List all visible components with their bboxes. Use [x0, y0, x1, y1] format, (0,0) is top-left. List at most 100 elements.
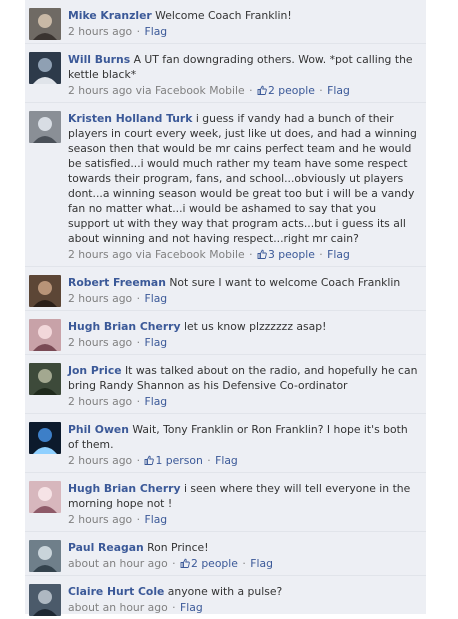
comment-meta: 2 hours ago · Flag — [68, 291, 420, 306]
avatar[interactable] — [29, 52, 61, 84]
flag-link[interactable]: Flag — [180, 601, 203, 614]
meta-separator: · — [136, 395, 141, 408]
comment-meta: about an hour ago · Flag — [68, 600, 420, 615]
comment-author-link[interactable]: Paul Reagan — [68, 541, 144, 554]
comment-meta: 2 hours ago · Flag — [68, 24, 420, 39]
comment-meta: 2 hours ago · Flag — [68, 512, 420, 527]
meta-separator: · — [319, 84, 323, 97]
meta-separator: · — [136, 454, 141, 467]
meta-separator: · — [249, 84, 253, 97]
likes-count: 1 person — [155, 454, 203, 467]
comment-timestamp: 2 hours ago — [68, 25, 133, 38]
comment-author-link[interactable]: Jon Price — [68, 364, 122, 377]
comment-meta: 2 hours ago · Flag — [68, 394, 420, 409]
likes-link[interactable]: 3 people — [257, 248, 315, 261]
comment-meta: 2 hours ago · 1 person · Flag — [68, 453, 420, 468]
avatar[interactable] — [29, 111, 61, 143]
meta-separator: · — [136, 25, 141, 38]
flag-link[interactable]: Flag — [250, 557, 273, 570]
comment-text: i guess if vandy had a bunch of their pl… — [68, 112, 417, 245]
avatar[interactable] — [29, 540, 61, 572]
meta-separator: · — [249, 248, 253, 261]
comment-item: Hugh Brian Cherry i seen where they will… — [25, 473, 426, 532]
avatar[interactable] — [29, 363, 61, 395]
flag-link[interactable]: Flag — [144, 513, 167, 526]
thumbs-up-icon — [257, 249, 267, 259]
meta-separator: · — [136, 292, 141, 305]
comment-timestamp: 2 hours ago — [68, 513, 133, 526]
avatar[interactable] — [29, 8, 61, 40]
meta-separator: · — [136, 513, 141, 526]
avatar[interactable] — [29, 584, 61, 616]
comment-author-link[interactable]: Claire Hurt Cole — [68, 585, 164, 598]
comment-via: via Facebook Mobile — [135, 248, 245, 261]
comment-meta: 2 hours ago via Facebook Mobile · 2 peop… — [68, 83, 420, 98]
profile-photo-icon — [29, 52, 61, 84]
thumbs-up-icon — [144, 455, 155, 465]
flag-link[interactable]: Flag — [144, 292, 167, 305]
profile-photo-icon — [29, 8, 61, 40]
comment-timestamp: 2 hours ago — [68, 454, 133, 467]
comment-author-link[interactable]: Hugh Brian Cherry — [68, 320, 181, 333]
avatar[interactable] — [29, 481, 61, 513]
meta-separator: · — [319, 248, 323, 261]
comment-timestamp: 2 hours ago — [68, 292, 133, 305]
comment-item: Paul Reagan Ron Prince! about an hour ag… — [25, 532, 426, 576]
flag-link[interactable]: Flag — [215, 454, 238, 467]
flag-link[interactable]: Flag — [327, 84, 350, 97]
comment-author-link[interactable]: Kristen Holland Turk — [68, 112, 192, 125]
profile-photo-icon — [29, 363, 61, 395]
comment-meta: 2 hours ago via Facebook Mobile · 3 peop… — [68, 247, 420, 262]
comment-item: Hugh Brian Cherry let us know plzzzzzz a… — [25, 311, 426, 355]
comment-item: Kristen Holland Turk i guess if vandy ha… — [25, 103, 426, 267]
likes-link[interactable]: 1 person — [144, 454, 203, 467]
profile-photo-icon — [29, 584, 61, 616]
meta-separator: · — [172, 601, 176, 614]
profile-photo-icon — [29, 481, 61, 513]
comment-item: Mike Kranzler Welcome Coach Franklin! 2 … — [25, 0, 426, 44]
comment-text: Welcome Coach Franklin! — [155, 9, 292, 22]
flag-link[interactable]: Flag — [327, 248, 350, 261]
comment-author-link[interactable]: Will Burns — [68, 53, 130, 66]
comment-feed: Mike Kranzler Welcome Coach Franklin! 2 … — [25, 0, 426, 616]
likes-count: 2 people — [191, 557, 238, 570]
meta-separator: · — [207, 454, 211, 467]
profile-photo-icon — [29, 540, 61, 572]
likes-count: 3 people — [267, 248, 315, 261]
comment-author-link[interactable]: Hugh Brian Cherry — [68, 482, 181, 495]
comment-via: via Facebook Mobile — [135, 84, 245, 97]
likes-link[interactable]: 2 people — [257, 84, 315, 97]
comment-item: Jon Price It was talked about on the rad… — [25, 355, 426, 414]
meta-separator: · — [242, 557, 246, 570]
meta-separator: · — [172, 557, 176, 570]
comment-author-link[interactable]: Phil Owen — [68, 423, 129, 436]
avatar[interactable] — [29, 319, 61, 351]
comment-item: Claire Hurt Cole anyone with a pulse? ab… — [25, 576, 426, 619]
profile-photo-icon — [29, 422, 61, 454]
avatar[interactable] — [29, 275, 61, 307]
profile-photo-icon — [29, 319, 61, 351]
comment-timestamp: 2 hours ago — [68, 336, 133, 349]
flag-link[interactable]: Flag — [144, 395, 167, 408]
likes-count: 2 people — [267, 84, 315, 97]
comment-meta: 2 hours ago · Flag — [68, 335, 420, 350]
profile-photo-icon — [29, 111, 61, 143]
thumbs-up-icon — [257, 85, 267, 95]
flag-link[interactable]: Flag — [144, 25, 167, 38]
comment-item: Will Burns A UT fan downgrading others. … — [25, 44, 426, 103]
comment-text: Ron Prince! — [147, 541, 209, 554]
likes-link[interactable]: 2 people — [180, 557, 238, 570]
comment-text: Not sure I want to welcome Coach Frankli… — [169, 276, 401, 289]
meta-separator: · — [136, 336, 141, 349]
comment-timestamp: about an hour ago — [68, 557, 168, 570]
comment-timestamp: 2 hours ago — [68, 248, 133, 261]
comment-timestamp: 2 hours ago — [68, 84, 133, 97]
thumbs-up-icon — [180, 558, 190, 568]
comment-text: anyone with a pulse? — [167, 585, 283, 598]
flag-link[interactable]: Flag — [144, 336, 167, 349]
comment-author-link[interactable]: Mike Kranzler — [68, 9, 152, 22]
comment-text: let us know plzzzzzz asap! — [183, 320, 327, 333]
comment-item: Phil Owen Wait, Tony Franklin or Ron Fra… — [25, 414, 426, 473]
comment-author-link[interactable]: Robert Freeman — [68, 276, 166, 289]
avatar[interactable] — [29, 422, 61, 454]
